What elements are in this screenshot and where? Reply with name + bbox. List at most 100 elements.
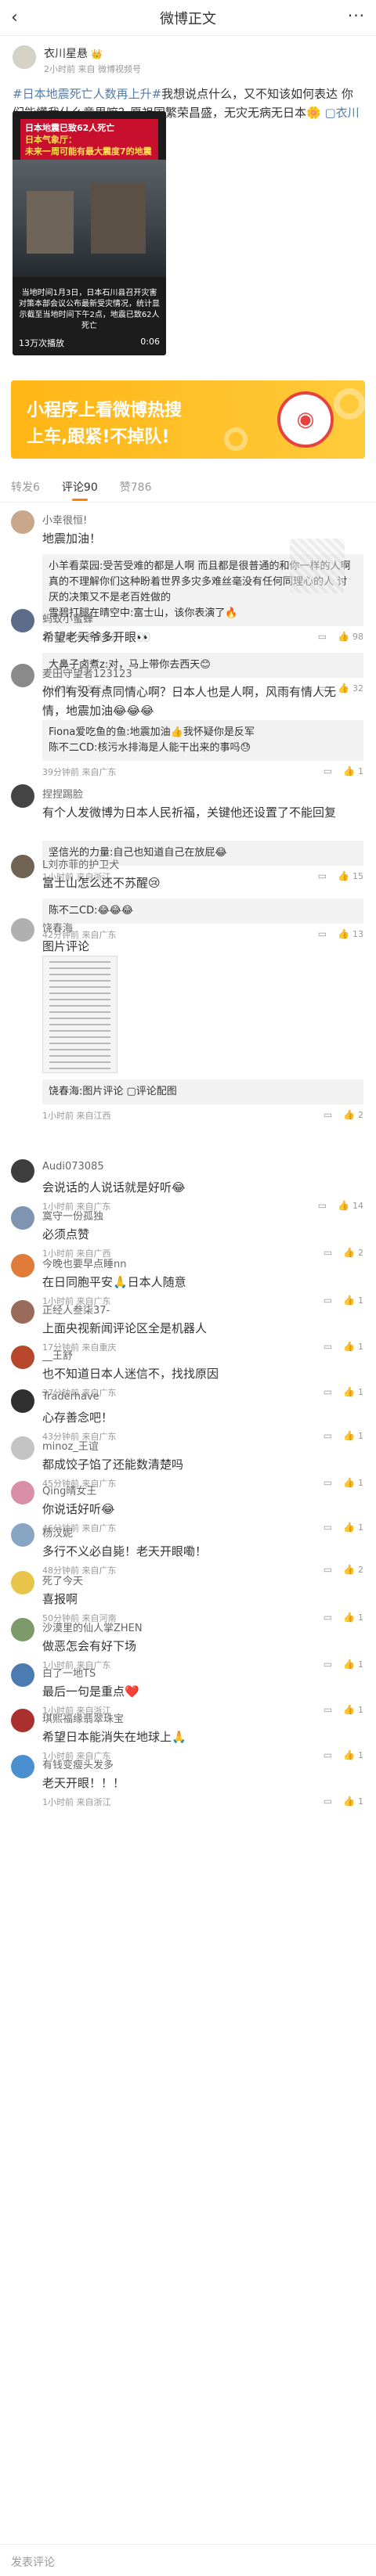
comment-author[interactable]: L刘亦菲的护卫犬 [42, 856, 119, 871]
like-icon[interactable]: 👍 [343, 1612, 355, 1623]
comment-icon[interactable]: ▭ [324, 1341, 332, 1352]
avatar[interactable] [11, 1481, 34, 1504]
video-headline-line3: 未来一周可能有最大震度7的地震 [25, 146, 152, 157]
like-icon[interactable]: 👍 [338, 1200, 349, 1211]
comment-author[interactable]: 小幸很恒! [42, 512, 87, 527]
avatar[interactable] [11, 1389, 34, 1413]
comment-author[interactable]: 沙漠里的仙人掌ZHEN [42, 1619, 143, 1634]
video-thumbnail[interactable]: 日本地震已致62人死亡 日本气象厅： 未来一周可能有最大震度7的地震 当地时间1… [13, 111, 166, 355]
comment-replies[interactable]: 饶春海:图片评论 ▢评论配图 [42, 1079, 363, 1104]
comment-author[interactable]: 饶春海 [42, 920, 73, 935]
like-icon[interactable]: 👍 [343, 1109, 355, 1120]
comment-icon[interactable]: ▭ [324, 1386, 332, 1397]
comment-image-thumbnail[interactable] [42, 956, 118, 1073]
tab-likes[interactable]: 赞786 [120, 473, 152, 503]
avatar[interactable] [13, 45, 36, 69]
comment-author[interactable]: 今晚也要早点睡nn [42, 1256, 126, 1270]
avatar[interactable] [11, 1254, 34, 1277]
avatar[interactable] [11, 1571, 34, 1594]
comment-author[interactable]: 捏捏踢脸 [42, 786, 83, 801]
avatar[interactable] [11, 1436, 34, 1460]
scene-building [91, 183, 146, 254]
comment-icon[interactable]: ▭ [324, 1796, 332, 1807]
comment-author[interactable]: 有钱变瘦头发多 [42, 1756, 114, 1771]
comment-icon[interactable]: ▭ [318, 1200, 327, 1211]
like-icon[interactable]: 👍 [343, 1522, 355, 1533]
avatar[interactable] [11, 918, 34, 942]
avatar[interactable] [11, 1709, 34, 1732]
like-icon[interactable]: 👍 [343, 1295, 355, 1306]
comment-text: 老天开眼！！！ [42, 1776, 125, 1790]
comment-author[interactable]: 白了一地TS [42, 1665, 96, 1680]
comment-author[interactable]: 蚂蚁小蜜蜂 [42, 611, 93, 625]
comment-icon[interactable]: ▭ [324, 1295, 332, 1306]
more-dots-icon[interactable]: ··· [348, 6, 365, 25]
comment-text: 多行不义必自毙！老天开眼嘞！ [42, 1544, 208, 1558]
avatar[interactable] [11, 609, 34, 632]
comment-icon[interactable]: ▭ [324, 1704, 332, 1715]
comment-author[interactable]: 琪熙福缘翡翠珠宝 [42, 1710, 124, 1725]
comment-author[interactable]: 正经人叁柒37- [42, 1302, 110, 1317]
like-icon[interactable]: 👍 [343, 1704, 355, 1715]
tab-reposts[interactable]: 转发6 [11, 473, 40, 503]
like-icon[interactable]: 👍 [343, 1796, 355, 1807]
like-icon[interactable]: 👍 [343, 1477, 355, 1488]
avatar[interactable] [11, 1159, 34, 1183]
comment-icon[interactable]: ▭ [324, 1477, 332, 1488]
thumbnail-text-line [49, 993, 110, 994]
avatar[interactable] [11, 784, 34, 808]
author-name[interactable]: 衣川星悬 👑 [44, 45, 141, 61]
comment-input-bar[interactable]: 发表评论 [0, 2544, 376, 2576]
avatar[interactable] [11, 1523, 34, 1547]
like-icon[interactable]: 👍 [343, 1386, 355, 1397]
comment-author[interactable]: Traderhave [42, 1391, 99, 1403]
tab-comments[interactable]: 评论90 [62, 473, 98, 503]
comment-icon[interactable]: ▭ [324, 1612, 332, 1623]
comment-icon[interactable]: ▭ [324, 1522, 332, 1533]
avatar[interactable] [11, 1206, 34, 1230]
comment-author[interactable]: 杨汉妮 [42, 1525, 73, 1540]
like-icon[interactable]: 👍 [343, 1247, 355, 1258]
avatar[interactable] [11, 1618, 34, 1641]
back-arrow-icon[interactable]: ‹ [11, 8, 18, 27]
like-icon[interactable]: 👍 [343, 1341, 355, 1352]
hashtag-link[interactable]: #日本地震死亡人数再上升# [13, 87, 161, 101]
comment-input-placeholder[interactable]: 发表评论 [11, 2554, 55, 2570]
avatar[interactable] [11, 664, 34, 687]
avatar[interactable] [11, 855, 34, 878]
like-icon[interactable]: 👍 [343, 1749, 355, 1760]
comment-icon[interactable]: ▭ [324, 1564, 332, 1575]
like-icon[interactable]: 👍 [343, 766, 355, 776]
comment-replies[interactable]: Fiona爱吃鱼的鱼:地震加油👍我怀疑你是反军 陈不二CD:核污水排海是人能干出来… [42, 720, 363, 761]
like-count: 1 [358, 1749, 363, 1760]
reply-line: 雪碧打腿在晴空中:富士山，该你表演了🔥 [49, 607, 238, 619]
comment-author[interactable]: minoz_王谊 [42, 1438, 99, 1453]
avatar[interactable] [11, 1300, 34, 1324]
promo-banner[interactable]: 小程序上看微博热搜 上车,跟紧!不掉队! ◉ [11, 380, 365, 459]
like-icon[interactable]: 👍 [343, 1659, 355, 1670]
comment-author[interactable]: __王舒 [42, 1347, 73, 1362]
comment-icon[interactable]: ▭ [324, 1659, 332, 1670]
comment-icon[interactable]: ▭ [324, 1247, 332, 1258]
comment-icon[interactable]: ▭ [324, 1430, 332, 1441]
comment-author[interactable]: 死了今天 [42, 1573, 83, 1587]
thumbnail-text-line [49, 999, 110, 1000]
avatar[interactable] [11, 1346, 34, 1369]
avatar[interactable] [11, 1755, 34, 1778]
thumbnail-text-line [49, 1043, 110, 1044]
like-count: 1 [358, 1386, 363, 1397]
comment-author[interactable]: 寞守一份孤独 [42, 1208, 103, 1223]
like-icon[interactable]: 👍 [343, 1564, 355, 1575]
like-icon[interactable]: 👍 [343, 1430, 355, 1441]
author-name-text[interactable]: 衣川星悬 [44, 48, 88, 60]
thumbnail-text-line [49, 986, 110, 988]
comment-author[interactable]: Qing晴女王 [42, 1483, 96, 1497]
comment-icon[interactable]: ▭ [324, 1749, 332, 1760]
avatar[interactable] [11, 1663, 34, 1687]
comment-replies[interactable]: 陈不二CD:😂😂😂 [42, 899, 363, 924]
comment-author[interactable]: 麦田守望者123123 [42, 665, 132, 680]
comment-icon[interactable]: ▭ [324, 766, 332, 776]
comment-author[interactable]: Audi073085 [42, 1161, 104, 1173]
comment-icon[interactable]: ▭ [324, 1109, 332, 1120]
avatar[interactable] [11, 510, 34, 534]
